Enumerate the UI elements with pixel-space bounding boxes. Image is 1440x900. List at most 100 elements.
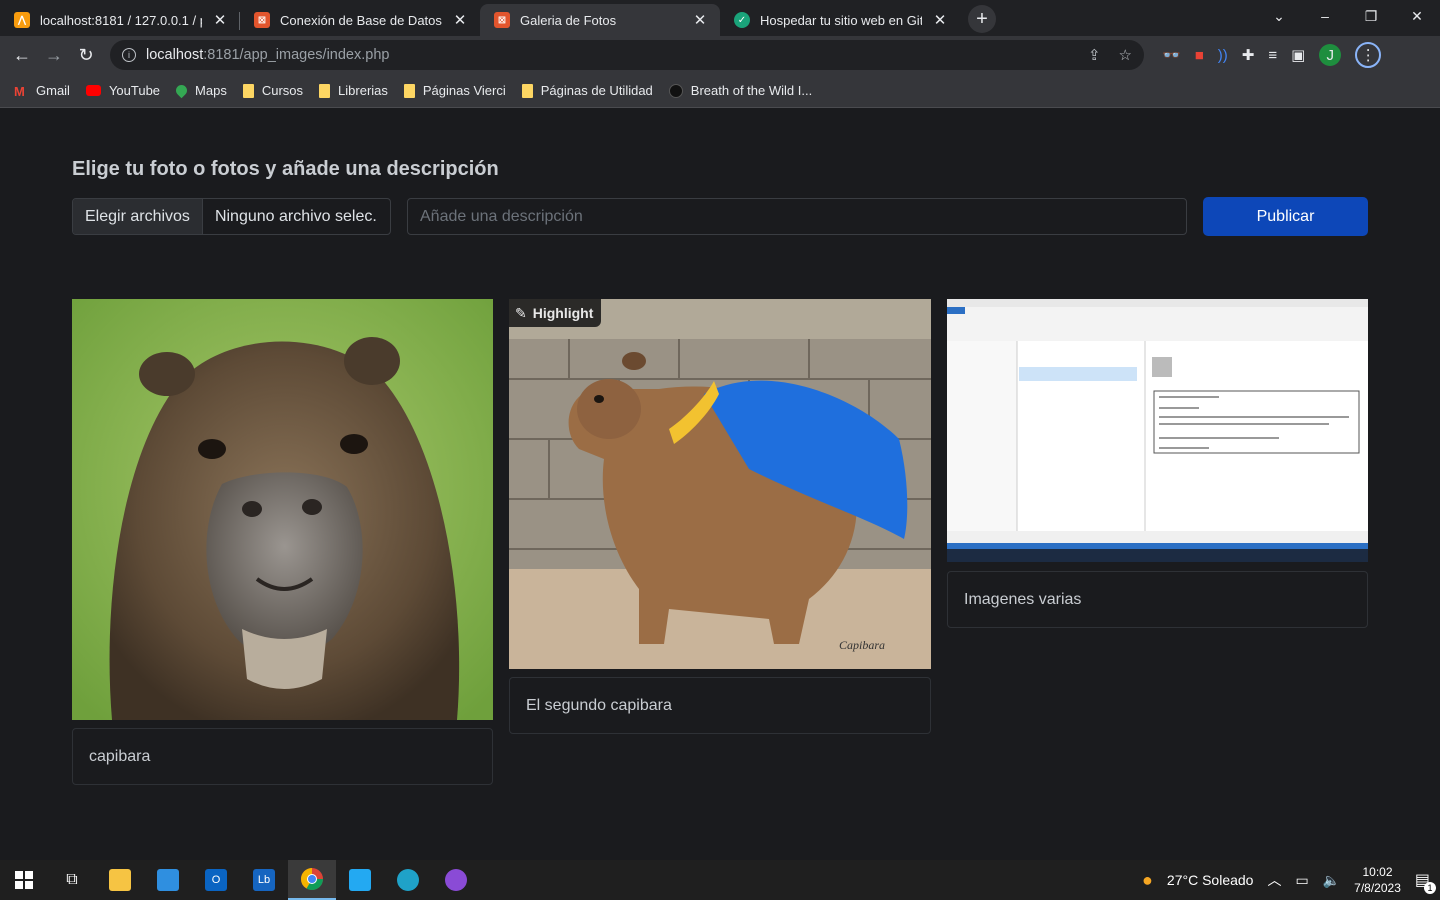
extension-audio-icon[interactable]: )): [1218, 47, 1228, 64]
bookmark-gmail[interactable]: M Gmail: [14, 83, 70, 99]
browser-tab-strip: ⋀ localhost:8181 / 127.0.0.1 / proye ✕ ⊠…: [0, 0, 1440, 36]
side-panel-icon[interactable]: ▣: [1291, 46, 1305, 64]
file-explorer-icon[interactable]: [96, 860, 144, 900]
tab-phpmyadmin[interactable]: ⋀ localhost:8181 / 127.0.0.1 / proye ✕: [0, 4, 240, 36]
new-tab-button[interactable]: +: [968, 5, 996, 33]
close-icon[interactable]: ✕: [932, 11, 948, 29]
folder-icon: [242, 83, 254, 98]
bookmark-label: Breath of the Wild I...: [690, 83, 813, 98]
photo-capybara-portrait[interactable]: [72, 299, 493, 720]
photo-caption: capibara: [72, 728, 493, 785]
file-picker[interactable]: Elegir archivos Ninguno archivo selec.: [72, 198, 391, 235]
bookmark-paginas-vierci[interactable]: Páginas Vierci: [403, 83, 506, 98]
bookmark-youtube[interactable]: YouTube: [85, 83, 161, 98]
photo-screenshot[interactable]: [947, 299, 1368, 562]
maps-icon: [173, 82, 190, 99]
page-title: Elige tu foto o fotos y añade una descri…: [72, 158, 499, 180]
clock-time: 10:02: [1362, 865, 1393, 879]
gallery-page: Elige tu foto o fotos y añade una descri…: [0, 109, 1440, 860]
tab-galeria[interactable]: ⊠ Galeria de Fotos ✕: [480, 4, 720, 36]
chevron-up-icon[interactable]: ︿: [1267, 870, 1281, 890]
bookmark-maps[interactable]: Maps: [173, 82, 227, 99]
bookmark-label: YouTube: [108, 83, 161, 98]
youtube-icon: [85, 85, 101, 96]
choose-files-button[interactable]: Elegir archivos: [73, 199, 203, 234]
clock[interactable]: 10:02 7/8/2023: [1354, 864, 1401, 896]
extension-glasses-icon[interactable]: 👓: [1162, 46, 1181, 64]
chrome-menu-icon[interactable]: ⋮: [1355, 42, 1382, 68]
publish-button[interactable]: Publicar: [1203, 197, 1368, 236]
tab-title: Galeria de Fotos: [520, 12, 617, 28]
tab-conexion[interactable]: ⊠ Conexión de Base de Datos ✕: [240, 4, 480, 36]
restore-icon[interactable]: ❐: [1348, 8, 1394, 25]
outlook-icon[interactable]: O: [192, 860, 240, 900]
close-icon[interactable]: ✕: [692, 11, 708, 29]
edge-icon[interactable]: [384, 860, 432, 900]
window-controls: ⌄ – ❐ ✕: [1256, 0, 1440, 32]
tab-title: Conexión de Base de Datos: [280, 12, 442, 28]
photo-caption: El segundo capibara: [509, 677, 931, 734]
weather-text[interactable]: 27°C Soleado: [1167, 872, 1254, 888]
windows-taskbar: ⧉ O Lb ● 27°C Soleado ︿ ▭ 🔈 10:02 7/8/20…: [0, 860, 1440, 900]
forward-icon[interactable]: →: [38, 45, 70, 66]
extensions-area: 👓 ■ )) ✚ ≡ ▣ J ⋮: [1162, 42, 1382, 68]
folder-icon: [521, 83, 533, 98]
folder-icon: [403, 83, 415, 98]
extensions-puzzle-icon[interactable]: ✚: [1242, 46, 1255, 64]
address-bar[interactable]: i localhost :8181/app_images/index.php ⇪…: [110, 40, 1144, 70]
chrome-icon[interactable]: [288, 860, 336, 900]
volume-icon[interactable]: 🔈: [1323, 872, 1340, 889]
network-icon[interactable]: ▭: [1295, 872, 1308, 889]
tab-title: localhost:8181 / 127.0.0.1 / proye: [40, 12, 202, 28]
reading-list-icon[interactable]: ≡: [1268, 47, 1277, 64]
clock-date: 7/8/2023: [1354, 881, 1401, 895]
mail-icon[interactable]: [144, 860, 192, 900]
phpmyadmin-icon: ⋀: [14, 12, 30, 28]
minimize-icon[interactable]: –: [1302, 8, 1348, 24]
tab-title: Hospedar tu sitio web en Github: [760, 12, 922, 28]
file-status: Ninguno archivo selec.: [214, 207, 377, 225]
task-view-icon[interactable]: ⧉: [48, 860, 96, 900]
highlight-badge[interactable]: ✎ Highlight: [509, 299, 602, 327]
description-input[interactable]: [407, 198, 1187, 235]
bookmark-label: Páginas de Utilidad: [540, 83, 653, 98]
bookmark-label: Páginas Vierci: [422, 83, 506, 98]
lisa-app-icon[interactable]: Lb: [240, 860, 288, 900]
tab-search-icon[interactable]: ⌄: [1256, 8, 1302, 25]
close-icon[interactable]: ✕: [452, 11, 468, 29]
bookmark-librerias[interactable]: Librerias: [319, 83, 388, 98]
vscode-icon[interactable]: [336, 860, 384, 900]
back-icon[interactable]: ←: [6, 45, 38, 66]
close-window-icon[interactable]: ✕: [1394, 8, 1440, 25]
bookmark-star-icon[interactable]: ☆: [1119, 46, 1132, 64]
bookmark-zelda[interactable]: Breath of the Wild I...: [668, 83, 813, 98]
extension-colors-icon[interactable]: ■: [1195, 47, 1204, 64]
highlight-label: Highlight: [532, 305, 594, 321]
tab-hospedar[interactable]: ✓ Hospedar tu sitio web en Github ✕: [720, 4, 960, 36]
bookmark-label: Maps: [195, 83, 227, 98]
github-desktop-icon[interactable]: [432, 860, 480, 900]
bookmark-paginas-utilidad[interactable]: Páginas de Utilidad: [521, 83, 653, 98]
photo-capybara-cape[interactable]: Capibara: [509, 299, 931, 669]
notifications-icon[interactable]: ▤ 1: [1415, 870, 1436, 894]
close-icon[interactable]: ✕: [212, 11, 228, 29]
bookmarks-bar: M Gmail YouTube Maps Cursos Librerias Pá…: [0, 74, 1440, 108]
share-icon[interactable]: ⇪: [1088, 46, 1101, 64]
vue-icon: ✓: [734, 12, 750, 28]
browser-toolbar: ← → ↻ i localhost :8181/app_images/index…: [0, 36, 1440, 74]
folder-icon: [319, 83, 331, 98]
photo-caption: Imagenes varias: [947, 571, 1368, 628]
xampp-icon: ⊠: [494, 12, 510, 28]
bookmark-cursos[interactable]: Cursos: [242, 83, 304, 98]
profile-avatar[interactable]: J: [1319, 44, 1342, 66]
reload-icon[interactable]: ↻: [70, 45, 102, 66]
bookmark-label: Cursos: [261, 83, 304, 98]
windows-start-icon[interactable]: [0, 860, 48, 900]
gmail-icon: M: [14, 83, 25, 99]
svg-text:Capibara: Capibara: [839, 638, 885, 652]
weather-icon: ●: [1142, 869, 1153, 890]
url-path: :8181/app_images/index.php: [203, 47, 390, 63]
system-tray: ● 27°C Soleado ︿ ▭ 🔈 10:02 7/8/2023 ▤ 1: [1142, 860, 1440, 900]
url-host: localhost: [146, 47, 204, 63]
site-info-icon[interactable]: i: [122, 48, 136, 62]
